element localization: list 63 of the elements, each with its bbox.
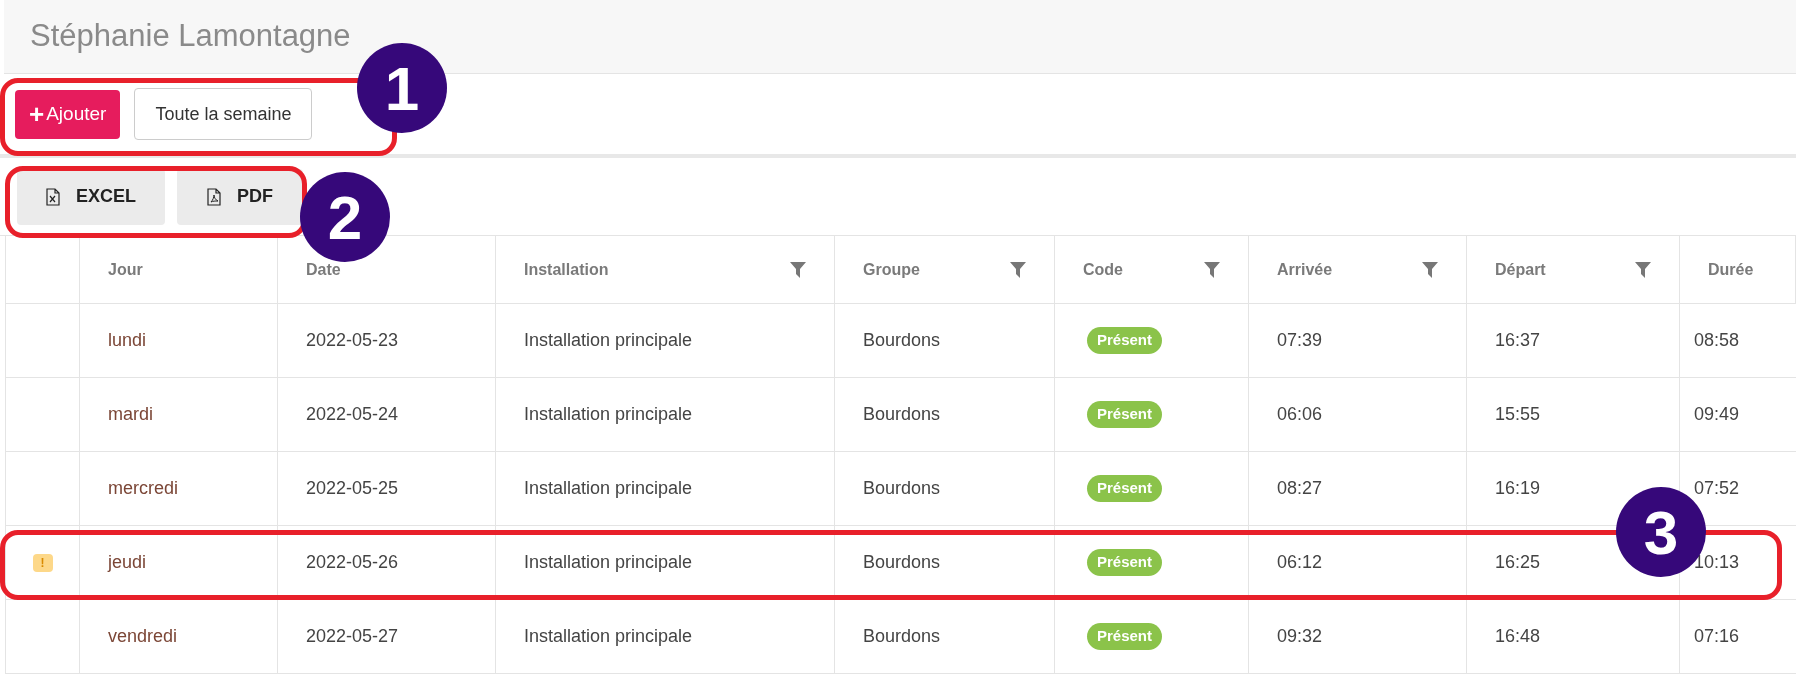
duration-cell-text: 09:49 <box>1694 403 1740 426</box>
column-header: Durée <box>1708 259 1754 280</box>
day-cell-text: vendredi <box>108 625 178 648</box>
day-cell-text: mercredi <box>108 477 178 500</box>
date-cell-text: 2022-05-27 <box>306 625 399 648</box>
step-number: 1 <box>357 43 447 133</box>
status-badge: Présent <box>1087 475 1163 502</box>
status-badge: Présent <box>1087 549 1163 576</box>
step-number: 2 <box>300 172 390 262</box>
departure-cell-text: 16:37 <box>1495 329 1541 352</box>
filter-icon[interactable] <box>790 261 806 278</box>
arrival-cell-text: 08:27 <box>1277 477 1323 500</box>
duration-cell-text: 07:52 <box>1694 477 1740 500</box>
duration-cell-text: 10:13 <box>1694 551 1740 574</box>
arrival-cell-text: 06:06 <box>1277 403 1323 426</box>
filter-icon[interactable] <box>1010 261 1026 278</box>
installation-cell-text: Installation principale <box>524 625 693 648</box>
status-badge: Présent <box>1087 623 1163 650</box>
group-cell-text: Bourdons <box>863 329 941 352</box>
departure-cell-text: 15:55 <box>1495 403 1541 426</box>
day-cell-text: jeudi <box>108 551 147 574</box>
departure-cell-text: 16:19 <box>1495 477 1541 500</box>
installation-cell-text: Installation principale <box>524 329 693 352</box>
day-cell-text: mardi <box>108 403 153 426</box>
arrival-cell-text: 06:12 <box>1277 551 1323 574</box>
installation-cell-text: Installation principale <box>524 403 693 426</box>
page-title: Stéphanie Lamontagne <box>30 17 351 56</box>
date-cell-text: 2022-05-23 <box>306 329 399 352</box>
column-header: Code <box>1083 259 1123 280</box>
date-cell-text: 2022-05-24 <box>306 403 399 426</box>
duration-cell-text: 07:16 <box>1694 625 1740 648</box>
status-badge: Présent <box>1087 327 1163 354</box>
column-header: Groupe <box>863 259 920 280</box>
duration-cell-text: 08:58 <box>1694 329 1740 352</box>
column-header: Départ <box>1495 259 1546 280</box>
date-cell-text: 2022-05-25 <box>306 477 399 500</box>
day-cell-text: lundi <box>108 329 147 352</box>
group-cell-text: Bourdons <box>863 477 941 500</box>
week-button[interactable]: Toute la semaine <box>134 88 313 140</box>
spreadsheet-file-icon <box>46 187 60 206</box>
installation-cell-text: Installation principale <box>524 477 693 500</box>
warning-badge: ! <box>32 553 53 572</box>
departure-cell-text: 16:48 <box>1495 625 1541 648</box>
departure-cell-text: 16:25 <box>1495 551 1541 574</box>
status-badge: Présent <box>1087 401 1163 428</box>
group-cell-text: Bourdons <box>863 625 941 648</box>
column-header: Installation <box>524 259 609 280</box>
filter-icon[interactable] <box>1204 261 1220 278</box>
column-header: Jour <box>108 259 143 280</box>
column-header: Arrivée <box>1277 259 1333 280</box>
group-cell-text: Bourdons <box>863 403 941 426</box>
pdf-file-icon <box>207 187 221 206</box>
arrival-cell-text: 07:39 <box>1277 329 1323 352</box>
filter-icon[interactable] <box>1422 261 1438 278</box>
column-header: Date <box>306 259 341 280</box>
arrival-cell-text: 09:32 <box>1277 625 1323 648</box>
excel-export-button[interactable]: EXCEL <box>17 168 165 225</box>
date-cell-text: 2022-05-26 <box>306 551 399 574</box>
group-cell-text: Bourdons <box>863 551 941 574</box>
installation-cell-text: Installation principale <box>524 551 693 574</box>
add-button[interactable]: +Ajouter <box>15 89 121 139</box>
pdf-export-button[interactable]: PDF <box>177 168 303 225</box>
filter-icon[interactable] <box>1635 261 1651 278</box>
